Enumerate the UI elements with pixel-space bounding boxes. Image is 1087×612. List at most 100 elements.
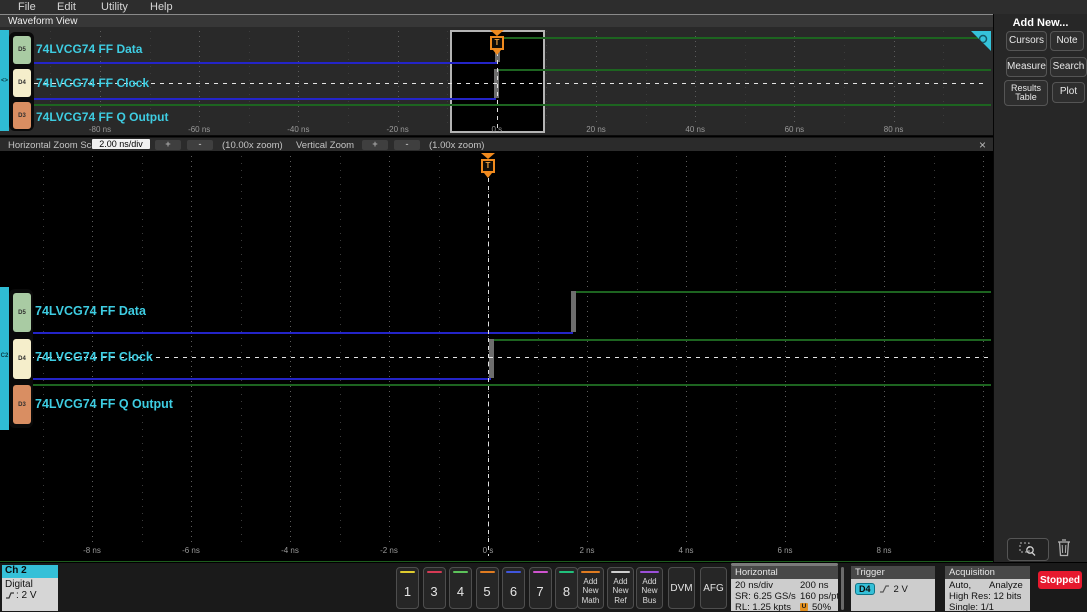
horizontal-record-length: RL: 1.25 kpts (735, 602, 791, 611)
hzoom-plus-button[interactable]: + (155, 140, 181, 150)
acquisition-mode: Auto, (949, 580, 972, 591)
vertical-zoom-label: Vertical Zoom (296, 140, 355, 151)
horizontal-window: 200 ns (800, 580, 829, 591)
channel-button-label: 4 (456, 583, 465, 599)
zoom-scale-bar: Horizontal Zoom Scale 2.00 ns/div + - (1… (0, 137, 993, 152)
zoom-tool-icon (1019, 542, 1036, 556)
main-trigger-line (488, 178, 489, 556)
channel-button-7[interactable]: 7 (528, 567, 552, 609)
dvm-label: DVM (670, 582, 693, 594)
horizontal-scale: 20 ns/div (735, 580, 774, 591)
overview-badge-d3[interactable]: D3 (13, 102, 31, 129)
add-measure-button[interactable]: Measure (1006, 57, 1047, 77)
channel-color-stripe (453, 571, 468, 573)
hzoom-factor-label: (10.00x zoom) (222, 140, 283, 151)
main-badge-d3[interactable]: D3 (13, 385, 31, 424)
zoom-tool-button[interactable] (1007, 538, 1049, 561)
trigger-source-pill: D4 (855, 583, 875, 595)
channel-button-label: 1 (403, 583, 412, 599)
menu-help[interactable]: Help (150, 1, 173, 13)
main-channel-label-qoutput[interactable]: 74LVCG74 FF Q Output (35, 397, 173, 411)
trigger-t-icon: T (481, 159, 495, 173)
add-search-button[interactable]: Search (1050, 57, 1087, 77)
main-badge-d4[interactable]: D4 (13, 339, 31, 379)
channel-button-1[interactable]: 1 (396, 567, 419, 609)
trigger-badge[interactable]: Trigger D4 2 V (851, 566, 935, 611)
trash-button[interactable] (1056, 538, 1076, 559)
channel-color-stripe (479, 571, 495, 573)
main-trigger-marker[interactable]: T (481, 153, 495, 178)
horizontal-badge-title: Horizontal (731, 566, 838, 579)
add-new-ref-button[interactable]: Add New Ref (607, 567, 634, 609)
channel-color-stripe (426, 571, 442, 573)
waveform-view-tab[interactable]: Waveform View (8, 16, 77, 27)
channel-button-label: 5 (483, 583, 491, 599)
channel-button-5[interactable]: 5 (475, 567, 499, 609)
trigger-badge-title: Trigger (851, 566, 935, 579)
add-plot-button[interactable]: Plot (1052, 82, 1085, 103)
horizontal-resolution: 160 ps/pt (IT) (800, 591, 838, 602)
channel-button-3[interactable]: 3 (422, 567, 446, 609)
horizontal-zoom-scale-label: Horizontal Zoom Scale (8, 140, 105, 151)
overview-badge-d5[interactable]: D5 (13, 36, 31, 64)
add-button-label: Add New Bus (641, 577, 658, 605)
menu-utility[interactable]: Utility (101, 1, 128, 13)
main-badge-d5[interactable]: D5 (13, 293, 31, 332)
badge-strip-vscrollbar[interactable] (841, 567, 844, 610)
overview-trigger-line (497, 52, 498, 129)
add-note-button[interactable]: Note (1050, 31, 1084, 51)
acquisition-badge-title: Acquisition (945, 566, 1030, 579)
channel-button-4[interactable]: 4 (449, 567, 472, 609)
channel-color-stripe (640, 571, 659, 573)
horizontal-sample-rate: SR: 6.25 GS/s (735, 591, 796, 602)
overview-channel-group-handle[interactable]: <> (0, 30, 9, 131)
overview-channel-label-clock[interactable]: 74LVCG74 FF Clock (36, 76, 149, 90)
horizontal-position: 50% (812, 602, 832, 611)
channel-button-label: 3 (430, 583, 438, 599)
channel-button-6[interactable]: 6 (502, 567, 525, 609)
channel-button-8[interactable]: 8 (555, 567, 578, 609)
hzoom-minus-button[interactable]: - (187, 140, 213, 150)
add-new-bus-button[interactable]: Add New Bus (636, 567, 663, 609)
overview-channel-label-data[interactable]: 74LVCG74 FF Data (36, 42, 142, 56)
afg-button[interactable]: AFG (700, 567, 727, 609)
bottom-bar: Ch 2 Digital : 2 V 1 3 4 5 6 7 8 Add New Math Ad… (0, 562, 1087, 612)
add-button-label: Add New Math (581, 577, 600, 605)
dvm-button[interactable]: DVM (668, 567, 695, 609)
vzoom-factor-label: (1.00x zoom) (429, 140, 485, 151)
add-results-table-button[interactable]: Results Table (1004, 80, 1048, 106)
trigger-arrow-icon (484, 173, 492, 178)
acquisition-badge[interactable]: Acquisition Auto, Analyze High Res: 12 b… (945, 566, 1030, 611)
right-sidebar: Add New... Cursors Note Measure Search R… (993, 14, 1087, 562)
channel-color-stripe (611, 571, 630, 573)
trigger-level: 2 V (893, 583, 908, 595)
overview-channel-label-qoutput[interactable]: 74LVCG74 FF Q Output (36, 110, 168, 124)
channel-color-stripe (400, 571, 415, 573)
channel-button-label: 6 (509, 583, 518, 599)
menu-file[interactable]: File (18, 1, 36, 13)
acquisition-analyze: Analyze (989, 580, 1023, 591)
trigger-t-icon: T (490, 36, 504, 50)
channel-button-label: 8 (562, 583, 571, 599)
waveform-view-tab-strip: Waveform View (0, 14, 993, 27)
main-channel-group-handle[interactable]: C2 (0, 287, 9, 430)
add-cursors-button[interactable]: Cursors (1006, 31, 1047, 51)
zoom-bar-close-icon[interactable]: × (979, 138, 986, 152)
overview-group-handle-label: <> (0, 78, 8, 84)
main-group-handle-label: C2 (0, 353, 9, 359)
add-new-math-button[interactable]: Add New Math (577, 567, 604, 609)
menu-edit[interactable]: Edit (57, 1, 76, 13)
channel-button-label: 7 (536, 583, 544, 599)
trigger-position-icon: U (800, 603, 808, 611)
vzoom-minus-button[interactable]: - (394, 140, 420, 150)
main-channel-label-clock[interactable]: 74LVCG74 FF Clock (35, 350, 153, 364)
horizontal-zoom-scale-value[interactable]: 2.00 ns/div (92, 139, 150, 149)
channel-color-stripe (532, 571, 548, 573)
stopped-status-badge[interactable]: Stopped (1038, 571, 1082, 589)
vzoom-plus-button[interactable]: + (362, 140, 388, 150)
main-channel-label-data[interactable]: 74LVCG74 FF Data (35, 304, 146, 318)
overview-trigger-marker[interactable]: T (490, 30, 504, 55)
horizontal-badge[interactable]: Horizontal 20 ns/div 200 ns SR: 6.25 GS/… (731, 566, 838, 611)
overview-badge-d4[interactable]: D4 (13, 69, 31, 97)
channel-color-stripe (506, 571, 521, 573)
